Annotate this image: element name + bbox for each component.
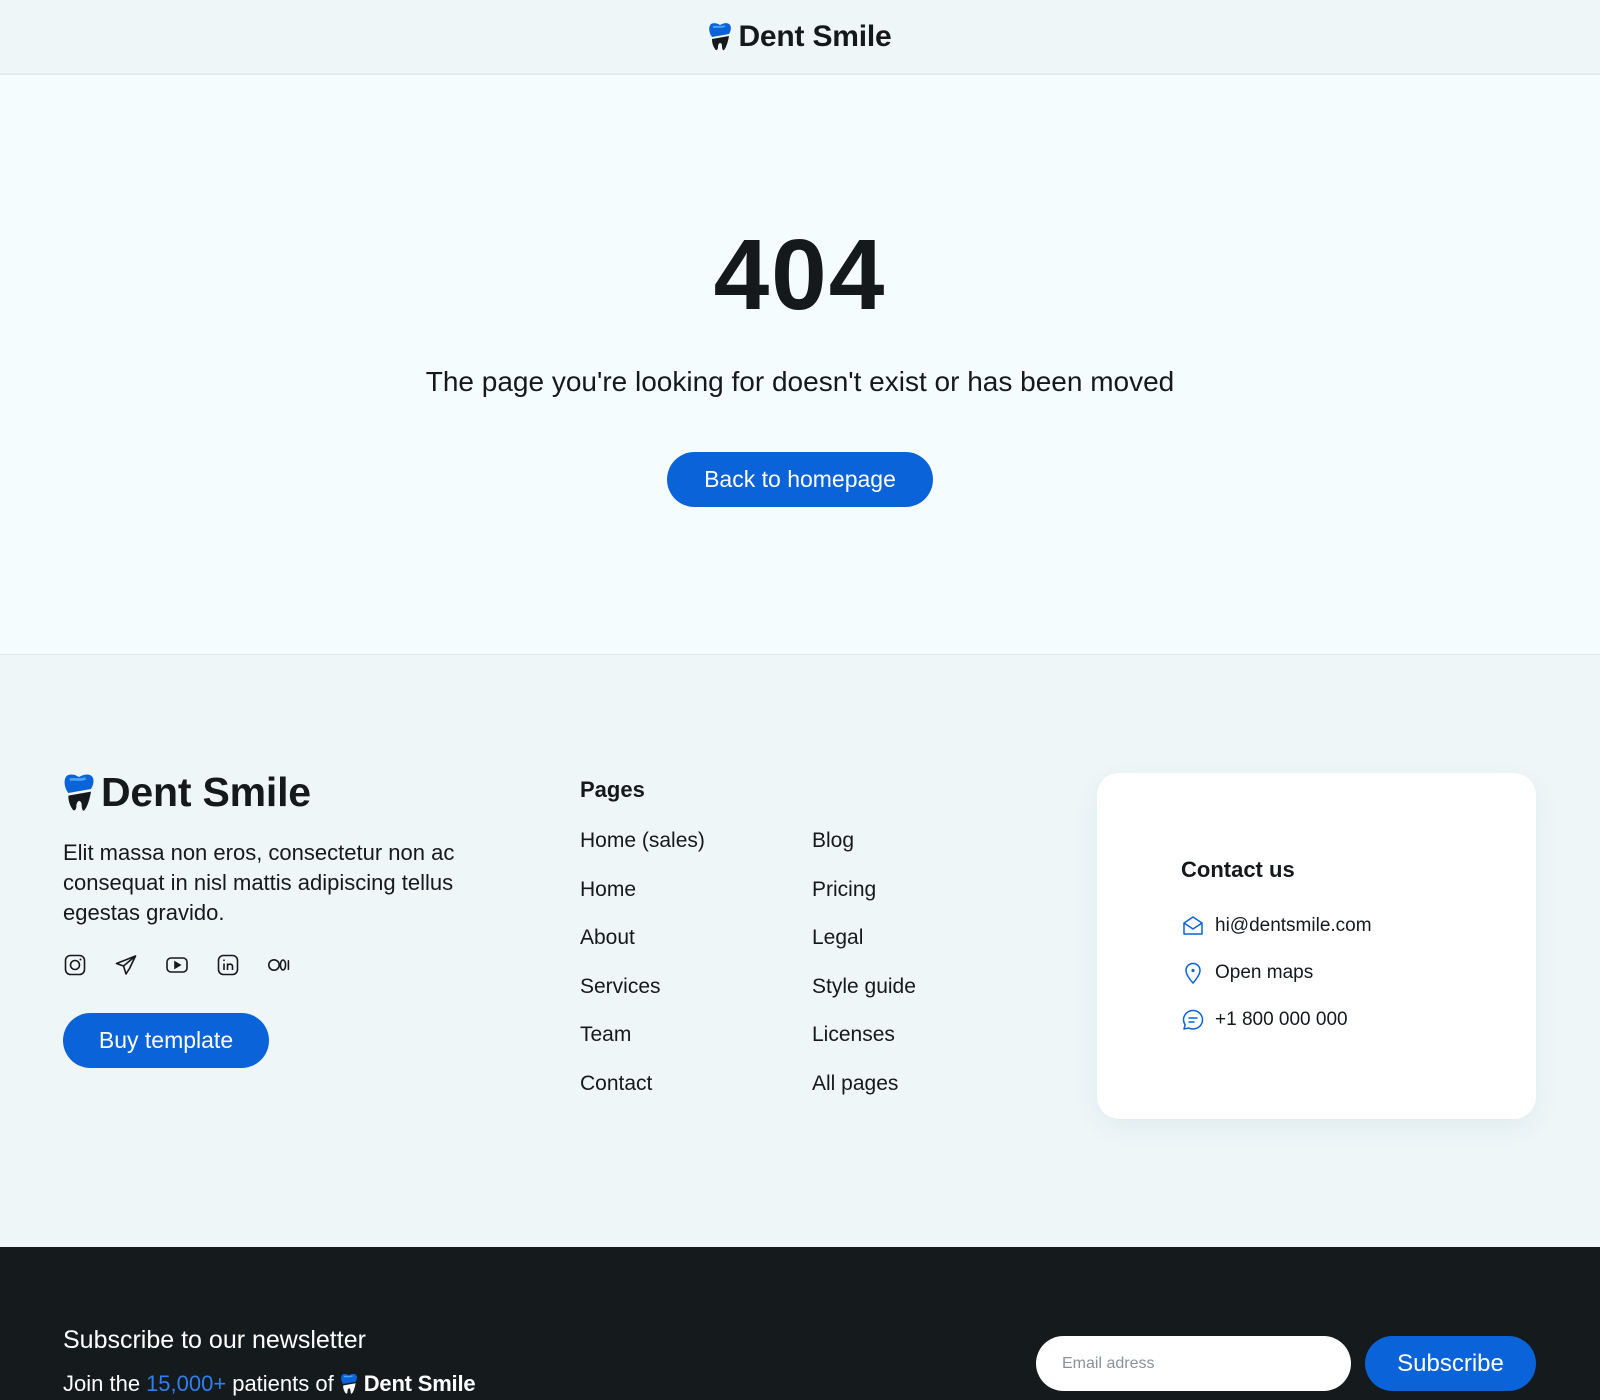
footer-logo[interactable]: Dent Smile xyxy=(63,769,311,816)
footer-link-about[interactable]: About xyxy=(580,920,705,969)
error-section: 404 The page you're looking for doesn't … xyxy=(0,75,1600,655)
email-input[interactable] xyxy=(1036,1336,1351,1391)
mail-icon xyxy=(1183,916,1203,935)
brand-name: Dent Smile xyxy=(101,769,311,815)
telegram-icon[interactable] xyxy=(114,953,138,977)
map-pin-icon xyxy=(1185,962,1201,985)
brand-name: Dent Smile xyxy=(738,19,892,53)
instagram-icon[interactable] xyxy=(63,953,87,977)
contact-email-link[interactable]: hi@dentsmile.com xyxy=(1181,914,1372,938)
linkedin-icon[interactable] xyxy=(216,953,240,977)
footer-link-services[interactable]: Services xyxy=(580,969,705,1018)
newsletter-title: Subscribe to our newsletter xyxy=(63,1326,366,1354)
site-header: Dent Smile xyxy=(0,0,1600,75)
contact-maps-link[interactable]: Open maps xyxy=(1181,961,1313,985)
chat-icon xyxy=(1182,1009,1204,1030)
newsletter-sub-prefix: Join the xyxy=(63,1371,141,1396)
contact-email: hi@dentsmile.com xyxy=(1215,915,1372,936)
newsletter-logo: Dent Smile xyxy=(340,1371,476,1397)
contact-phone: +1 800 000 000 xyxy=(1215,1009,1348,1030)
tooth-icon xyxy=(709,22,732,50)
newsletter-sub-suffix: patients of xyxy=(232,1371,334,1396)
newsletter-section: Subscribe to our newsletter Join the 15,… xyxy=(0,1247,1600,1400)
patients-count: 15,000+ xyxy=(146,1371,227,1396)
error-code: 404 xyxy=(713,219,887,331)
contact-card: Contact us hi@dentsmile.com Open maps +1… xyxy=(1097,773,1536,1119)
pages-column-2: Blog Pricing Legal Style guide Licenses … xyxy=(812,823,916,1115)
brand-name: Dent Smile xyxy=(363,1371,476,1396)
contact-heading: Contact us xyxy=(1181,857,1295,882)
footer-link-pricing[interactable]: Pricing xyxy=(812,872,916,921)
footer-link-contact[interactable]: Contact xyxy=(580,1066,705,1115)
newsletter-subtitle: Join the 15,000+ patients of Dent Smile xyxy=(63,1371,476,1397)
social-links xyxy=(63,953,291,977)
footer-link-blog[interactable]: Blog xyxy=(812,823,916,872)
pages-heading: Pages xyxy=(580,777,645,802)
footer-description: Elit massa non eros, consectetur non ac … xyxy=(63,840,455,925)
contact-maps: Open maps xyxy=(1215,962,1314,983)
tooth-icon xyxy=(64,774,94,811)
footer-link-legal[interactable]: Legal xyxy=(812,920,916,969)
pages-column-1: Home (sales) Home About Services Team Co… xyxy=(580,823,705,1115)
footer-link-home-sales[interactable]: Home (sales) xyxy=(580,823,705,872)
subscribe-button[interactable]: Subscribe xyxy=(1365,1336,1536,1391)
tooth-icon xyxy=(340,1373,357,1394)
medium-icon[interactable] xyxy=(267,953,291,977)
footer-link-team[interactable]: Team xyxy=(580,1017,705,1066)
error-message: The page you're looking for doesn't exis… xyxy=(425,366,1175,397)
footer-link-home[interactable]: Home xyxy=(580,872,705,921)
contact-phone-link[interactable]: +1 800 000 000 xyxy=(1181,1008,1348,1032)
footer-link-all-pages[interactable]: All pages xyxy=(812,1066,916,1115)
footer-link-licenses[interactable]: Licenses xyxy=(812,1017,916,1066)
footer-link-style-guide[interactable]: Style guide xyxy=(812,969,916,1018)
site-footer: Dent Smile Elit massa non eros, consecte… xyxy=(0,655,1600,1247)
header-logo[interactable]: Dent Smile xyxy=(708,19,892,54)
buy-template-button[interactable]: Buy template xyxy=(63,1013,269,1068)
back-to-homepage-button[interactable]: Back to homepage xyxy=(667,452,933,507)
youtube-icon[interactable] xyxy=(165,953,189,977)
